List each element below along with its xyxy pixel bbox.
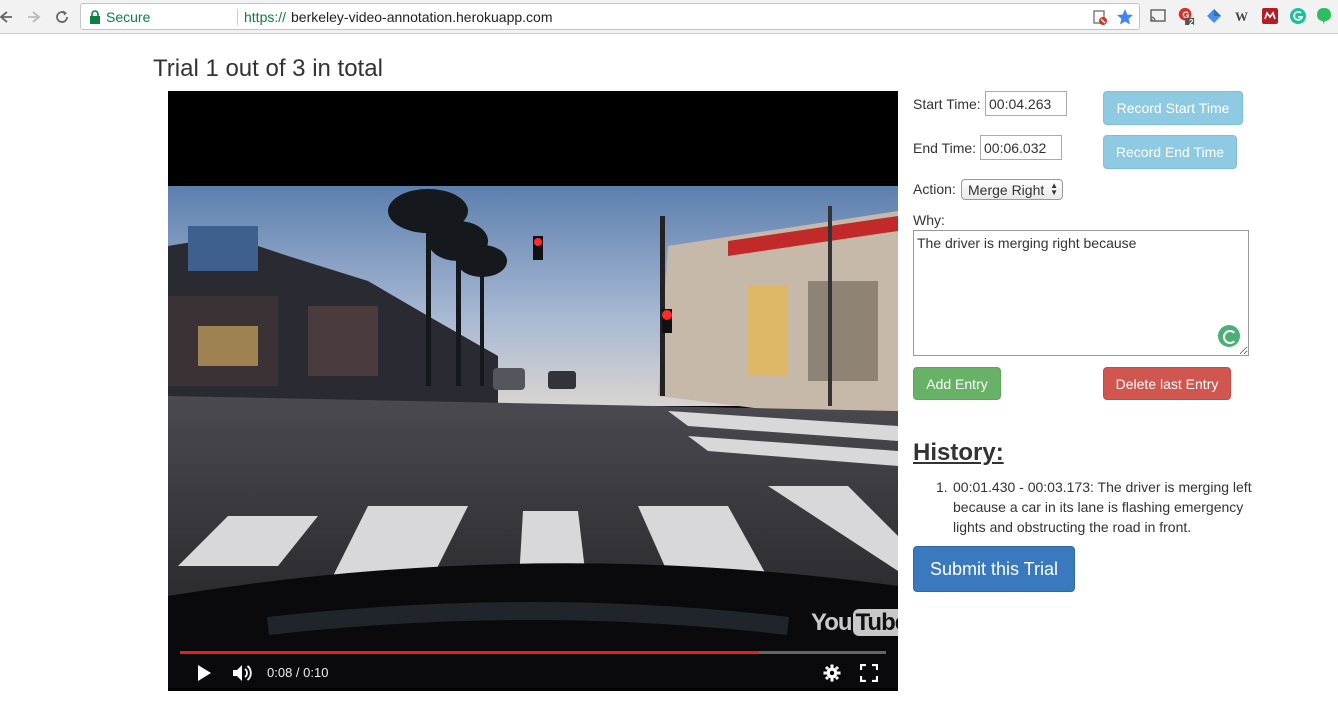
- video-player[interactable]: YouTube 0:08 / 0:10: [168, 91, 898, 691]
- svg-text:W: W: [1235, 9, 1248, 24]
- cast-icon[interactable]: [1149, 7, 1167, 25]
- lock-icon: [89, 10, 101, 27]
- youtube-logo[interactable]: YouTube: [811, 609, 898, 637]
- delete-last-entry-button[interactable]: Delete last Entry: [1103, 367, 1231, 400]
- mendeley-icon[interactable]: [1261, 7, 1279, 25]
- fullscreen-icon[interactable]: [858, 663, 880, 683]
- why-label: Why:: [913, 212, 945, 228]
- forward-icon[interactable]: [24, 6, 46, 28]
- url-host: berkeley-video-annotation.herokuapp.com: [291, 9, 553, 25]
- omnibox-divider: [237, 9, 238, 25]
- history-list: 1. 00:01.430 - 00:03.173: The driver is …: [936, 477, 1263, 537]
- action-label: Action:: [913, 181, 956, 197]
- video-progress-fill: [180, 651, 759, 654]
- play-icon[interactable]: [194, 663, 214, 683]
- history-item-number: 1.: [936, 479, 948, 495]
- settings-gear-icon[interactable]: [821, 663, 843, 683]
- video-time-display: 0:08 / 0:10: [267, 665, 329, 680]
- action-selected-value: Merge Right: [968, 181, 1045, 198]
- select-arrows-icon: ▲ ▼: [1050, 181, 1058, 197]
- secure-label: Secure: [106, 9, 151, 25]
- grammarly-indicator-icon[interactable]: [1218, 325, 1240, 347]
- blocked-popup-icon[interactable]: [1092, 8, 1110, 26]
- video-frame[interactable]: [168, 186, 898, 688]
- start-time-label: Start Time:: [913, 96, 981, 112]
- add-entry-button[interactable]: Add Entry: [913, 367, 1001, 400]
- url-scheme: https://: [244, 9, 287, 25]
- browser-toolbar: Secure https:// berkeley-video-annotatio…: [0, 0, 1338, 34]
- back-icon[interactable]: [0, 6, 16, 28]
- extension-badge-count: 2: [1189, 18, 1194, 27]
- extension-badge-icon[interactable]: G 2: [1177, 7, 1195, 27]
- diamond-extension-icon[interactable]: [1205, 7, 1223, 25]
- evernote-icon[interactable]: [1315, 7, 1333, 25]
- start-time-input[interactable]: [985, 91, 1067, 116]
- history-item-text: 00:01.430 - 00:03.173: The driver is mer…: [953, 479, 1252, 535]
- youtube-logo-you: You: [811, 609, 853, 636]
- address-bar[interactable]: Secure https:// berkeley-video-annotatio…: [80, 3, 1140, 30]
- page-title: Trial 1 out of 3 in total: [153, 55, 383, 82]
- video-progress-bar[interactable]: [180, 651, 886, 654]
- history-item: 1. 00:01.430 - 00:03.173: The driver is …: [936, 477, 1263, 537]
- history-heading: History:: [913, 439, 1004, 466]
- volume-icon[interactable]: [232, 663, 254, 683]
- wikipedia-icon[interactable]: W: [1233, 7, 1251, 25]
- end-time-input[interactable]: [980, 135, 1062, 160]
- why-textarea[interactable]: The driver is merging right because: [913, 230, 1249, 356]
- submit-trial-button[interactable]: Submit this Trial: [913, 546, 1075, 592]
- star-icon[interactable]: [1116, 8, 1134, 26]
- action-select[interactable]: Merge Right ▲ ▼: [961, 179, 1063, 200]
- record-end-time-button[interactable]: Record End Time: [1103, 135, 1237, 169]
- youtube-logo-tube: Tube: [852, 609, 898, 636]
- grammarly-icon[interactable]: [1289, 7, 1307, 25]
- end-time-label: End Time:: [913, 140, 977, 156]
- reload-icon[interactable]: [51, 6, 73, 28]
- record-start-time-button[interactable]: Record Start Time: [1103, 91, 1243, 125]
